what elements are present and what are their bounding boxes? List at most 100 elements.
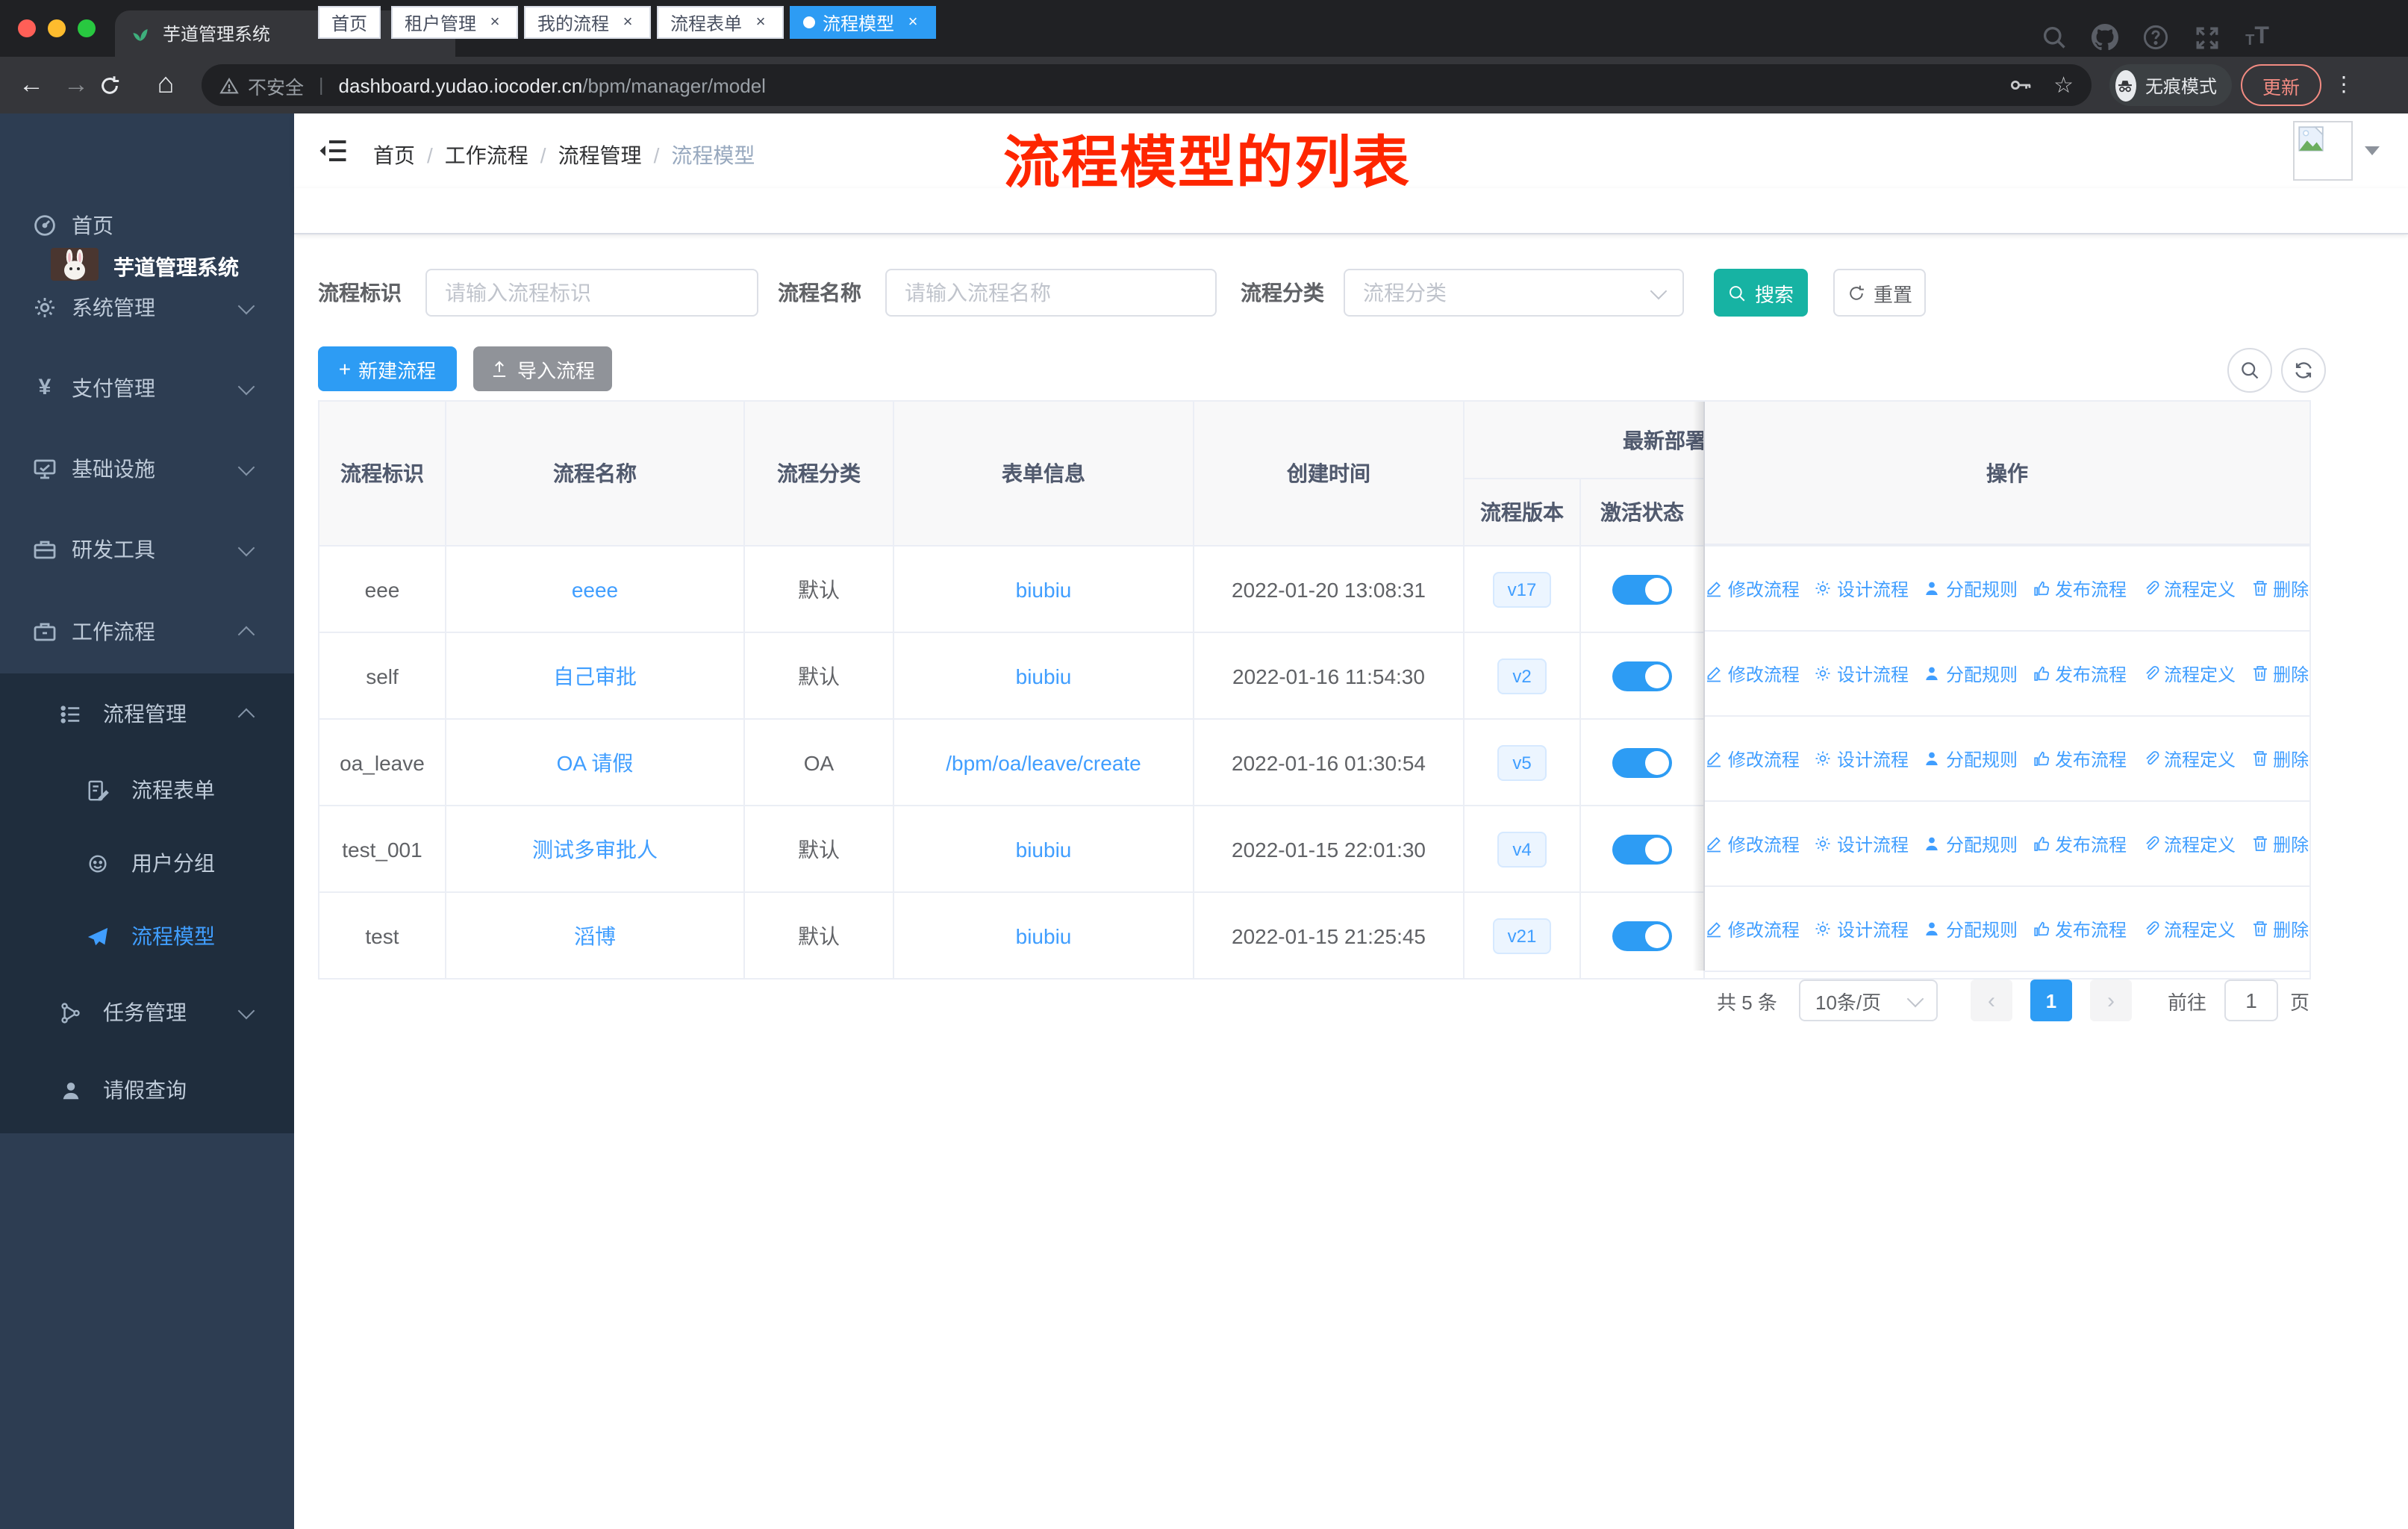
sidebar-item-process-form[interactable]: 流程表单 — [0, 750, 294, 830]
sidebar-item-home[interactable]: 首页 — [0, 185, 294, 266]
process-name-link[interactable]: 自己审批 — [553, 661, 637, 691]
process-definition-link[interactable]: 流程定义 — [2142, 661, 2236, 686]
modify-process-link[interactable]: 修改流程 — [1706, 831, 1800, 856]
form-info-link[interactable]: biubiu — [1016, 577, 1072, 601]
sidebar-item-system[interactable]: 系统管理 — [0, 267, 294, 348]
tag-process-form[interactable]: 流程表单 × — [657, 6, 785, 39]
github-icon[interactable] — [2081, 0, 2129, 75]
active-toggle[interactable] — [1612, 574, 1672, 604]
sidebar-item-devtools[interactable]: 研发工具 — [0, 509, 294, 590]
process-definition-link[interactable]: 流程定义 — [2142, 831, 2236, 856]
publish-process-link[interactable]: 发布流程 — [2033, 661, 2127, 686]
page-1-button[interactable]: 1 — [2030, 980, 2072, 1021]
sidebar-item-user-group[interactable]: 用户分组 — [0, 823, 294, 903]
assign-rule-link[interactable]: 分配规则 — [1924, 576, 2018, 601]
publish-process-link[interactable]: 发布流程 — [2033, 831, 2127, 856]
forward-icon[interactable]: → — [54, 70, 99, 100]
search-button[interactable]: 搜索 — [1714, 269, 1808, 317]
form-info-link[interactable]: biubiu — [1016, 837, 1072, 861]
design-process-link[interactable]: 设计流程 — [1815, 661, 1909, 686]
bookmark-star-icon[interactable]: ☆ — [2053, 72, 2074, 99]
modify-process-link[interactable]: 修改流程 — [1706, 746, 1800, 771]
assign-rule-link[interactable]: 分配规则 — [1924, 746, 2018, 771]
process-name-link[interactable]: eeee — [572, 577, 618, 601]
modify-process-link[interactable]: 修改流程 — [1706, 576, 1800, 601]
form-info-link[interactable]: /bpm/oa/leave/create — [946, 750, 1141, 774]
create-process-button[interactable]: + 新建流程 — [318, 346, 457, 391]
process-name-link[interactable]: 测试多审批人 — [532, 834, 658, 864]
filter-id-input[interactable] — [425, 269, 758, 317]
design-process-link[interactable]: 设计流程 — [1815, 746, 1909, 771]
refresh-button[interactable] — [2281, 348, 2326, 393]
sidebar-item-process-management[interactable]: 流程管理 — [0, 673, 294, 754]
browser-menu-icon[interactable]: ⋮ — [2333, 72, 2354, 97]
close-icon[interactable]: × — [751, 13, 770, 32]
tag-my-process[interactable]: 我的流程 × — [524, 6, 652, 39]
header-search-icon[interactable] — [2030, 0, 2078, 75]
import-process-button[interactable]: 导入流程 — [473, 346, 612, 391]
tag-home[interactable]: 首页 — [318, 6, 381, 39]
version-badge[interactable]: v17 — [1492, 571, 1552, 607]
avatar[interactable] — [2293, 121, 2353, 181]
traffic-light-close[interactable] — [18, 19, 36, 37]
version-badge[interactable]: v2 — [1497, 658, 1547, 694]
active-toggle[interactable] — [1612, 661, 1672, 691]
prev-page-button[interactable]: ‹ — [1971, 980, 2012, 1021]
process-definition-link[interactable]: 流程定义 — [2142, 916, 2236, 941]
publish-process-link[interactable]: 发布流程 — [2033, 576, 2127, 601]
assign-rule-link[interactable]: 分配规则 — [1924, 831, 2018, 856]
toggle-search-button[interactable] — [2227, 348, 2272, 393]
tag-tenant[interactable]: 租户管理 × — [391, 6, 519, 39]
process-name-link[interactable]: OA 请假 — [557, 747, 634, 777]
next-page-button[interactable]: › — [2090, 980, 2132, 1021]
close-icon[interactable]: × — [485, 13, 505, 32]
delete-link[interactable]: 删除 — [2251, 746, 2309, 771]
sidebar-item-infrastructure[interactable]: 基础设施 — [0, 429, 294, 509]
goto-page-input[interactable] — [2224, 980, 2278, 1021]
breadcrumb-process-management[interactable]: 流程管理 — [558, 140, 642, 170]
delete-link[interactable]: 删除 — [2251, 576, 2309, 601]
design-process-link[interactable]: 设计流程 — [1815, 576, 1909, 601]
version-badge[interactable]: v4 — [1497, 831, 1547, 867]
sidebar-item-process-model[interactable]: 流程模型 — [0, 896, 294, 977]
assign-rule-link[interactable]: 分配规则 — [1924, 916, 2018, 941]
home-icon[interactable]: ⌂ — [143, 69, 188, 102]
reload-icon[interactable] — [99, 74, 143, 96]
close-icon[interactable]: × — [618, 13, 637, 32]
process-name-link[interactable]: 滔博 — [574, 921, 616, 950]
reset-button[interactable]: 重置 — [1833, 269, 1926, 317]
traffic-light-minimize[interactable] — [48, 19, 66, 37]
filter-name-input[interactable] — [885, 269, 1217, 317]
form-info-link[interactable]: biubiu — [1016, 664, 1072, 688]
sidebar-item-leave-query[interactable]: 请假查询 — [0, 1050, 294, 1130]
close-icon[interactable]: × — [903, 13, 923, 32]
publish-process-link[interactable]: 发布流程 — [2033, 746, 2127, 771]
fullscreen-icon[interactable] — [2183, 0, 2230, 75]
page-size-select[interactable]: 10条/页 — [1799, 980, 1938, 1021]
sidebar-item-payment[interactable]: ¥ 支付管理 — [0, 348, 294, 429]
modify-process-link[interactable]: 修改流程 — [1706, 916, 1800, 941]
active-toggle[interactable] — [1612, 747, 1672, 777]
sidebar-item-task-management[interactable]: 任务管理 — [0, 972, 294, 1053]
process-definition-link[interactable]: 流程定义 — [2142, 746, 2236, 771]
delete-link[interactable]: 删除 — [2251, 831, 2309, 856]
back-icon[interactable]: ← — [9, 70, 54, 100]
filter-category-select[interactable]: 流程分类 — [1344, 269, 1684, 317]
tag-process-model[interactable]: 流程模型 × — [790, 6, 937, 39]
form-info-link[interactable]: biubiu — [1016, 924, 1072, 947]
sidebar-logo[interactable]: 芋道管理系统 — [0, 113, 294, 281]
sidebar-fold-icon[interactable] — [318, 128, 351, 173]
caret-down-icon[interactable] — [2365, 146, 2380, 155]
font-size-icon[interactable]: TT — [2233, 0, 2281, 75]
delete-link[interactable]: 删除 — [2251, 661, 2309, 686]
active-toggle[interactable] — [1612, 834, 1672, 864]
sidebar-item-workflow[interactable]: 工作流程 — [0, 591, 294, 672]
version-badge[interactable]: v5 — [1497, 744, 1547, 780]
design-process-link[interactable]: 设计流程 — [1815, 916, 1909, 941]
help-icon[interactable] — [2132, 0, 2180, 75]
version-badge[interactable]: v21 — [1492, 918, 1552, 953]
address-bar[interactable]: 不安全 | dashboard.yudao.iocoder.cn /bpm/ma… — [202, 64, 2092, 106]
traffic-light-zoom[interactable] — [78, 19, 96, 37]
key-icon[interactable] — [2009, 73, 2033, 97]
delete-link[interactable]: 删除 — [2251, 916, 2309, 941]
